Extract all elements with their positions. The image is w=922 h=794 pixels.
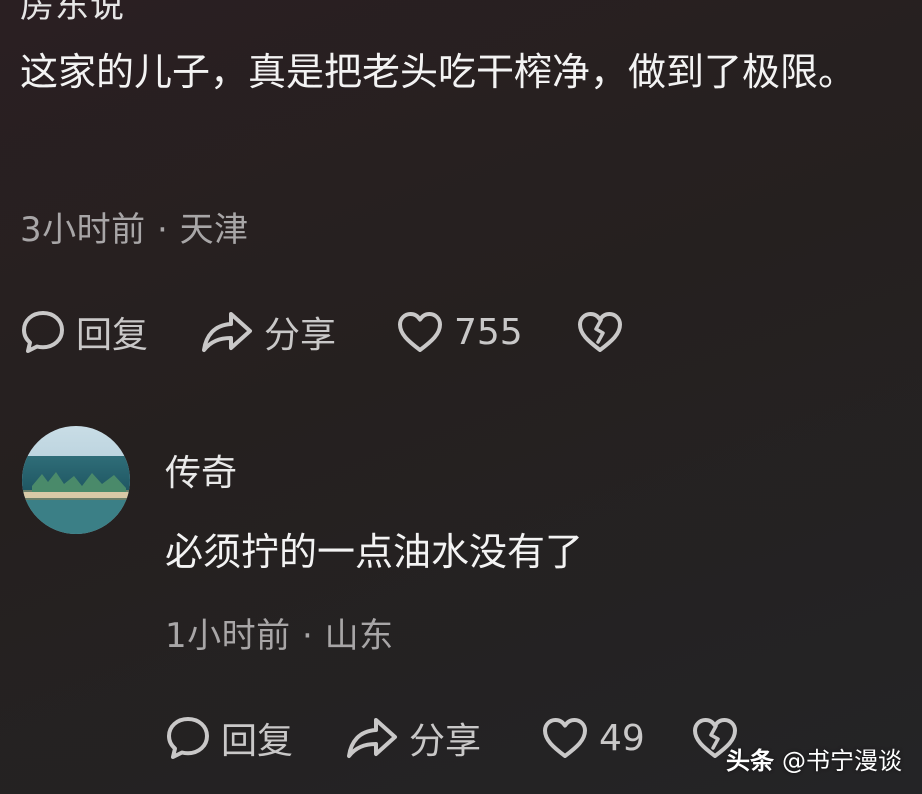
heart-icon xyxy=(396,310,444,354)
like-button[interactable]: 755 xyxy=(396,310,576,354)
comment-actions: 回复 分享 755 xyxy=(20,306,624,358)
watermark-brand: 头条 xyxy=(726,747,774,775)
avatar[interactable] xyxy=(22,426,130,534)
reply-label: 回复 xyxy=(221,721,294,762)
comment-location: 山东 xyxy=(324,616,394,656)
share-button[interactable]: 分享 xyxy=(200,306,396,358)
share-label: 分享 xyxy=(409,721,482,762)
share-button[interactable]: 分享 xyxy=(345,712,541,764)
comment-time: 3小时前 xyxy=(20,210,146,250)
heart-icon xyxy=(541,716,589,760)
like-button[interactable]: 49 xyxy=(541,716,691,760)
reply-button[interactable]: 回复 xyxy=(20,306,200,358)
comment-time: 1小时前 xyxy=(165,616,291,656)
reply-label: 回复 xyxy=(76,315,149,356)
comment-meta: 3小时前 · 天津 xyxy=(20,202,249,251)
share-label: 分享 xyxy=(264,315,337,356)
like-count: 49 xyxy=(599,717,645,759)
comment-location: 天津 xyxy=(179,210,249,250)
meta-separator: · xyxy=(301,616,325,656)
comment-actions: 回复 分享 49 xyxy=(165,712,739,764)
share-icon xyxy=(200,309,254,355)
reply-icon xyxy=(165,715,211,761)
like-count: 755 xyxy=(454,311,523,353)
watermark-handle: @书宁漫谈 xyxy=(782,747,902,775)
truncated-username[interactable]: 房东说 xyxy=(20,0,125,27)
comment-username[interactable]: 传奇 xyxy=(165,444,237,496)
share-icon xyxy=(345,715,399,761)
watermark: 头条 @书宁漫谈 xyxy=(726,741,902,776)
comment-text: 必须拧的一点油水没有了 xyxy=(165,530,584,574)
reply-button[interactable]: 回复 xyxy=(165,712,345,764)
broken-heart-icon xyxy=(576,310,624,354)
reply-icon xyxy=(20,309,66,355)
dislike-button[interactable] xyxy=(576,310,624,354)
comment-meta: 1小时前 · 山东 xyxy=(165,608,394,657)
comment-text: 这家的儿子，真是把老头吃干榨净，做到了极限。 xyxy=(20,50,857,94)
meta-separator: · xyxy=(156,210,180,250)
